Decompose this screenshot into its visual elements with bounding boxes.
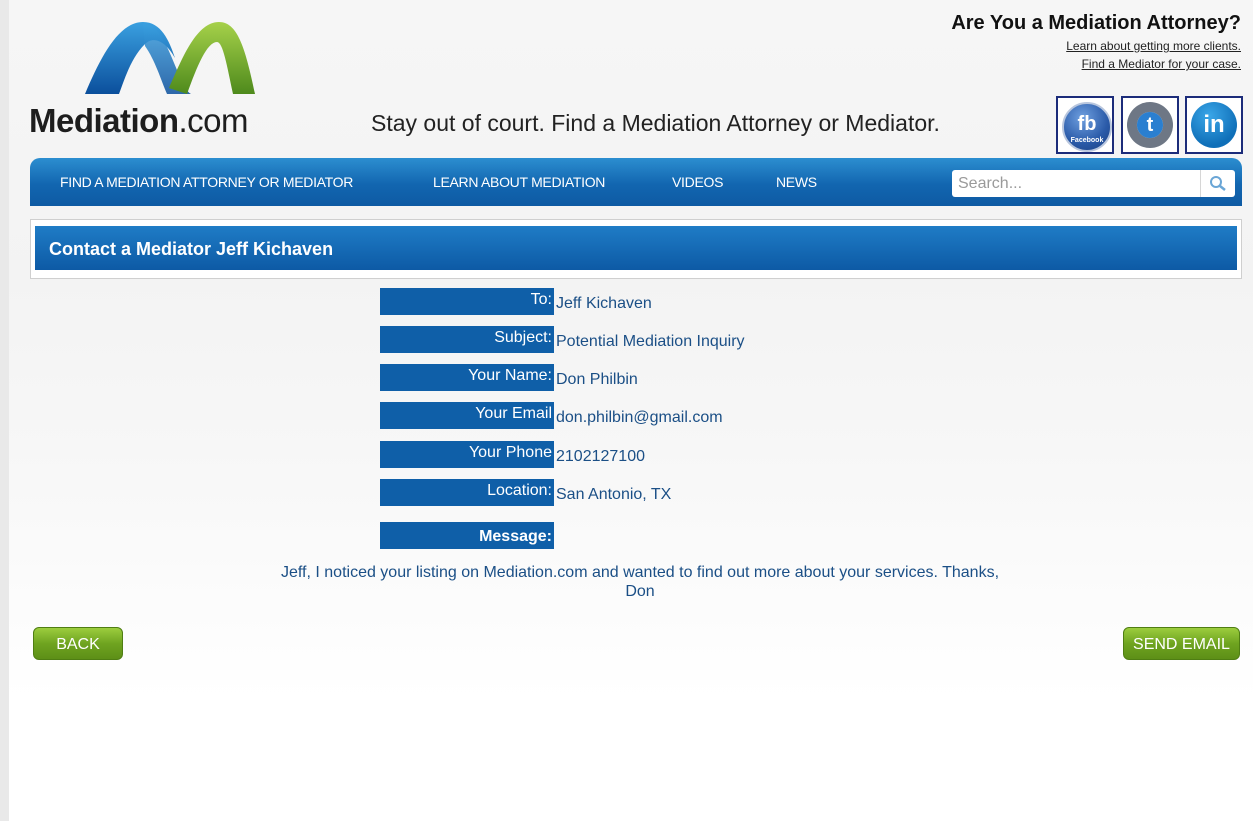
twitter-button[interactable]: t	[1121, 96, 1179, 154]
facebook-button[interactable]: fb Facebook	[1056, 96, 1114, 154]
name-label: Your Name:	[380, 364, 554, 391]
title-panel: Contact a Mediator Jeff Kichaven	[30, 219, 1242, 279]
promo-title: Are You a Mediation Attorney?	[951, 12, 1241, 34]
logo-wordmark: Mediation.com	[29, 102, 249, 139]
message-label: Message:	[380, 522, 554, 549]
facebook-glyph: fb	[1078, 113, 1097, 135]
find-mediator-link[interactable]: Find a Mediator for your case.	[951, 57, 1241, 71]
to-value: Jeff Kichaven	[556, 295, 652, 312]
facebook-icon: fb Facebook	[1062, 102, 1112, 152]
page-title: Contact a Mediator Jeff Kichaven	[35, 226, 1237, 270]
to-label: To:	[380, 288, 554, 315]
email-label: Your Email	[380, 402, 554, 429]
search-box	[952, 170, 1235, 197]
linkedin-icon: in	[1191, 102, 1237, 148]
location-label: Location:	[380, 479, 554, 506]
left-edge-bar	[0, 0, 9, 821]
site-tagline: Stay out of court. Find a Mediation Atto…	[371, 110, 940, 136]
search-icon	[1210, 176, 1226, 191]
send-email-button[interactable]: SEND EMAIL	[1123, 627, 1240, 660]
linkedin-button[interactable]: in	[1185, 96, 1243, 154]
nav-videos[interactable]: VIDEOS	[672, 174, 723, 190]
message-line-2: Don	[625, 583, 655, 600]
location-value: San Antonio, TX	[556, 486, 672, 503]
nav-find-attorney[interactable]: FIND A MEDIATION ATTORNEY OR MEDIATOR	[60, 174, 353, 190]
search-button[interactable]	[1200, 170, 1235, 197]
message-line-1: Jeff, I noticed your listing on Mediatio…	[280, 564, 1000, 581]
subject-value: Potential Mediation Inquiry	[556, 333, 745, 350]
twitter-icon: t	[1127, 102, 1173, 148]
attorney-promo: Are You a Mediation Attorney? Learn abou…	[951, 12, 1241, 71]
nav-learn-mediation[interactable]: LEARN ABOUT MEDIATION	[433, 174, 605, 190]
nav-news[interactable]: NEWS	[776, 174, 817, 190]
twitter-glyph: t	[1137, 112, 1163, 138]
email-value: don.philbin@gmail.com	[556, 409, 723, 426]
phone-label: Your Phone	[380, 441, 554, 468]
message-text: Jeff, I noticed your listing on Mediatio…	[200, 563, 1080, 601]
phone-value: 2102127100	[556, 448, 645, 465]
site-logo[interactable]: Mediation.com	[29, 16, 314, 139]
logo-mark-icon	[85, 22, 255, 94]
name-value: Don Philbin	[556, 371, 638, 388]
search-input[interactable]	[958, 173, 1188, 194]
back-button[interactable]: BACK	[33, 627, 123, 660]
facebook-caption: Facebook	[1071, 137, 1104, 144]
learn-more-clients-link[interactable]: Learn about getting more clients.	[951, 39, 1241, 53]
main-nav: FIND A MEDIATION ATTORNEY OR MEDIATOR LE…	[30, 158, 1242, 206]
subject-label: Subject:	[380, 326, 554, 353]
